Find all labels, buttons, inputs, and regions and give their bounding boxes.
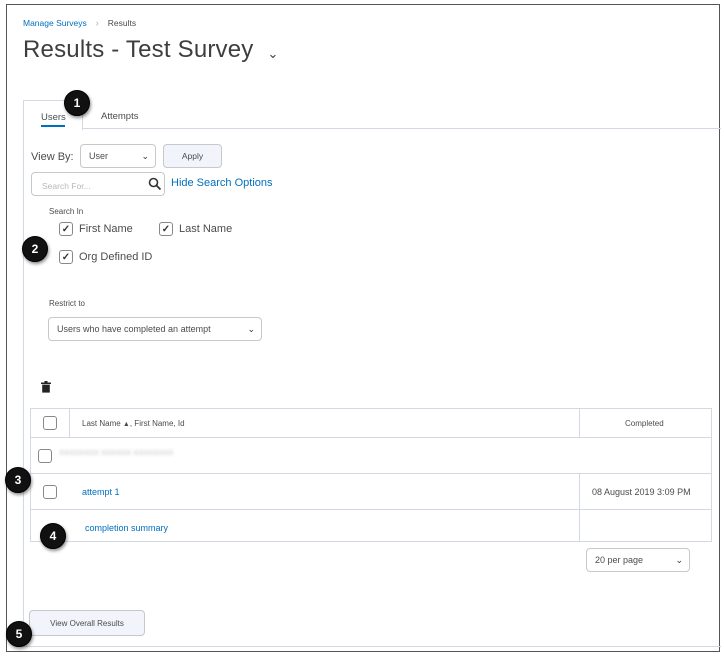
callout-badge-1: 1 <box>64 90 90 116</box>
column-header-rest: , First Name, Id <box>129 419 185 428</box>
search-in-last-name[interactable]: ✓ Last Name <box>159 222 232 236</box>
callout-badge-3: 3 <box>5 467 31 493</box>
breadcrumb-current: Results <box>107 18 137 28</box>
apply-button[interactable]: Apply <box>163 144 222 168</box>
breadcrumb-link-manage-surveys[interactable]: Manage Surveys <box>23 18 87 28</box>
callout-badge-2: 2 <box>22 236 48 262</box>
table-row-user-name: XXXXXXXX XXXXXX XXXXXXXX <box>59 448 174 457</box>
search-in-label: Search In <box>49 207 84 216</box>
content-border-bottom <box>23 646 721 647</box>
per-page-select[interactable]: 20 per page ⌄ <box>586 548 690 572</box>
callout-badge-5: 5 <box>6 621 32 647</box>
per-page-value: 20 per page <box>595 555 644 565</box>
view-by-label: View By: <box>31 151 74 163</box>
hide-search-options-link[interactable]: Hide Search Options <box>171 177 273 189</box>
page-frame: Manage Surveys › Results Results - Test … <box>6 4 721 652</box>
search-icon[interactable] <box>148 177 162 191</box>
delete-icon[interactable] <box>41 381 51 396</box>
column-header-name[interactable]: Last Name ▲, First Name, Id <box>82 419 185 428</box>
tabs-divider <box>83 128 721 129</box>
attempt-completed-date: 08 August 2019 3:09 PM <box>592 487 691 497</box>
org-defined-id-label: Org Defined ID <box>79 251 153 263</box>
view-by-select[interactable]: User ⌄ <box>80 144 156 168</box>
chevron-down-icon: ⌄ <box>675 554 683 565</box>
search-in-org-id[interactable]: ✓ Org Defined ID <box>59 250 152 264</box>
search-in-first-name[interactable]: ✓ First Name <box>59 222 133 236</box>
table-row-divider <box>31 509 711 510</box>
page-title-row: Results - Test Survey ⌄ <box>23 36 279 64</box>
content-border-left <box>23 129 24 647</box>
tab-users-label: Users <box>41 112 66 123</box>
table-header-divider <box>31 437 711 438</box>
view-by-value: User <box>89 151 109 161</box>
breadcrumb-separator-icon: › <box>95 18 99 28</box>
column-header-completed[interactable]: Completed <box>625 419 664 428</box>
chevron-down-icon[interactable]: ⌄ <box>268 46 279 62</box>
last-name-label: Last Name <box>179 223 233 235</box>
attempt-link[interactable]: attempt 1 <box>82 487 120 497</box>
row-checkbox[interactable] <box>43 485 57 499</box>
restrict-to-select[interactable]: Users who have completed an attempt ⌄ <box>48 317 262 341</box>
select-all-checkbox[interactable] <box>43 416 57 430</box>
table-row-divider <box>31 473 711 474</box>
first-name-label: First Name <box>79 223 133 235</box>
sort-last-name[interactable]: Last Name <box>82 419 121 428</box>
search-input[interactable]: Search For... <box>31 172 165 196</box>
checkbox-last-name[interactable]: ✓ <box>159 222 173 236</box>
active-tab-indicator <box>41 125 65 127</box>
tab-attempts[interactable]: Attempts <box>101 111 139 122</box>
chevron-down-icon: ⌄ <box>247 323 255 334</box>
table-col-divider <box>579 409 580 437</box>
callout-badge-4: 4 <box>40 523 66 549</box>
results-table: Last Name ▲, First Name, Id Completed XX… <box>30 408 712 542</box>
checkbox-first-name[interactable]: ✓ <box>59 222 73 236</box>
checkbox-org-defined-id[interactable]: ✓ <box>59 250 73 264</box>
restrict-to-value: Users who have completed an attempt <box>57 324 211 334</box>
table-col-divider <box>579 473 580 542</box>
completion-summary-link[interactable]: completion summary <box>85 523 168 533</box>
breadcrumb: Manage Surveys › Results <box>23 18 136 28</box>
table-col-divider <box>69 409 70 437</box>
page-title: Results - Test Survey <box>23 36 254 63</box>
sort-ascending-icon: ▲ <box>122 421 130 428</box>
restrict-to-label: Restrict to <box>49 299 86 308</box>
chevron-down-icon: ⌄ <box>141 150 149 161</box>
row-checkbox[interactable] <box>38 449 52 463</box>
view-overall-results-button[interactable]: View Overall Results <box>29 610 145 636</box>
